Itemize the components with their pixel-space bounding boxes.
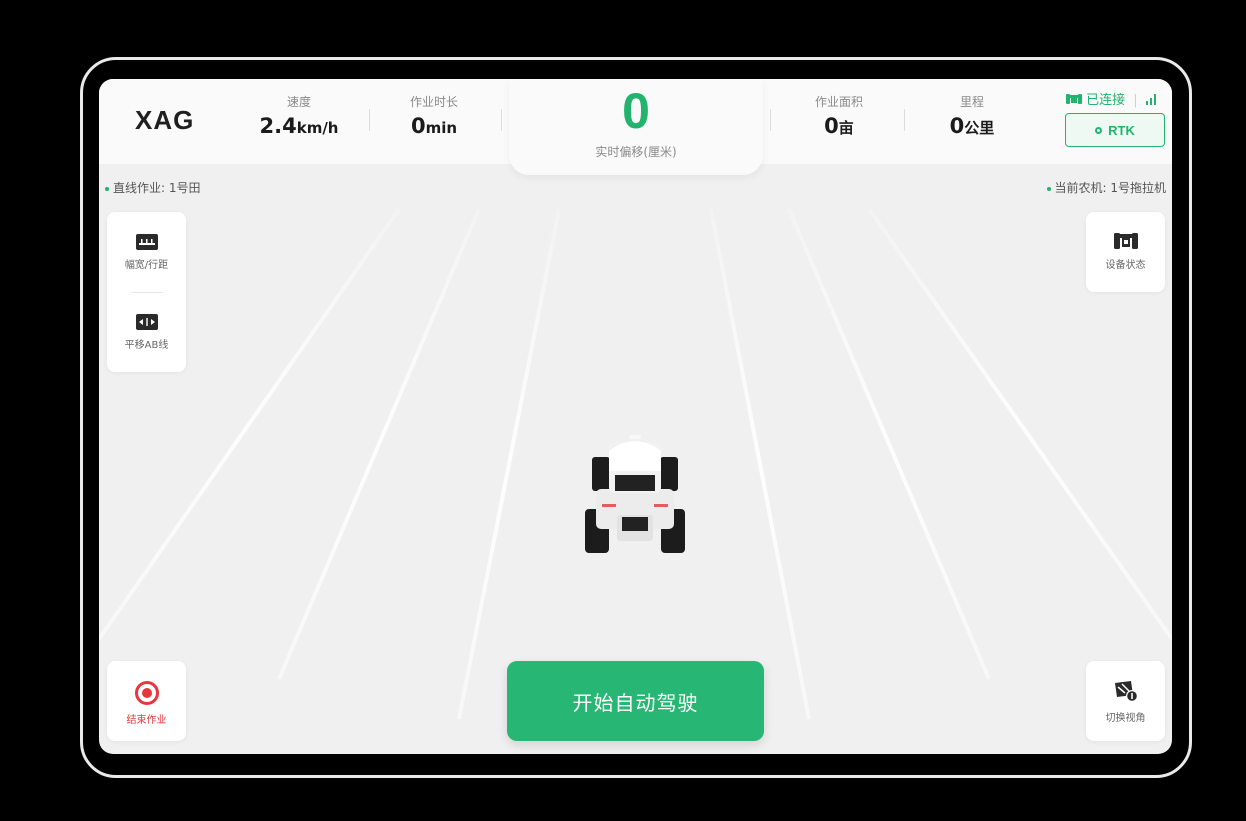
shift-arrows-icon	[135, 314, 158, 330]
divider	[770, 109, 771, 131]
end-job-label: 结束作业	[126, 715, 167, 726]
field-job-tag: 直线作业: 1号田	[105, 179, 201, 196]
device-status-button[interactable]: 设备状态	[1086, 232, 1165, 271]
device-status-panel[interactable]: 设备状态	[1086, 212, 1165, 292]
speed-value: 2.4	[259, 114, 297, 138]
switch-view-label: 切换视角	[1105, 713, 1146, 724]
machine-tag: 当前农机: 1号拖拉机	[1046, 179, 1167, 196]
offset-value: 0	[622, 83, 650, 139]
mileage-stat: 里程 0公里	[917, 93, 1027, 138]
shift-ab-button[interactable]: 平移AB线	[107, 314, 186, 351]
end-job-button[interactable]: 结束作业	[107, 681, 186, 726]
connection-label: 已连接	[1086, 93, 1126, 108]
speed-label: 速度	[286, 95, 311, 109]
duration-value: 0	[410, 114, 426, 138]
device-status-label: 设备状态	[1105, 260, 1146, 271]
shift-ab-label: 平移AB线	[124, 340, 169, 351]
view-switch-icon	[1114, 681, 1138, 702]
signal-icon	[1145, 94, 1156, 105]
switch-view-button[interactable]: 切换视角	[1086, 679, 1165, 724]
width-spacing-label: 幅宽/行距	[124, 260, 169, 271]
area-stat: 作业面积 0亩	[784, 93, 894, 138]
duration-unit: min	[425, 119, 458, 137]
start-autodrive-button[interactable]: 开始自动驾驶	[507, 661, 764, 741]
speed-unit: km/h	[296, 119, 339, 137]
end-job-panel[interactable]: 结束作业	[107, 661, 186, 741]
mileage-value: 0	[949, 114, 965, 138]
speed-stat: 速度 2.4km/h	[244, 93, 354, 138]
field-view	[99, 207, 1172, 720]
field-job-label: 直线作业: 1号田	[113, 181, 201, 195]
rtk-label: RTK	[1108, 122, 1135, 138]
mileage-unit: 公里	[964, 119, 995, 137]
divider	[131, 292, 163, 293]
connection-status[interactable]: 已连接 |	[1066, 89, 1158, 108]
area-unit: 亩	[838, 119, 854, 137]
duration-label: 作业时长	[409, 95, 458, 109]
offset-panel: 0 实时偏移(厘米)	[509, 79, 763, 175]
divider	[369, 109, 370, 131]
area-value: 0	[824, 114, 839, 138]
tractor-model	[585, 435, 685, 553]
machine-label: 当前农机: 1号拖拉机	[1054, 181, 1167, 195]
rtk-status-icon	[1095, 126, 1103, 134]
width-spacing-button[interactable]: 幅宽/行距	[107, 234, 186, 271]
offset-label: 实时偏移(厘米)	[595, 145, 677, 159]
tractor-icon	[1066, 94, 1082, 104]
area-label: 作业面积	[814, 95, 863, 109]
brand-logo: XAG	[135, 105, 195, 135]
target-icon	[134, 681, 159, 705]
divider	[501, 109, 502, 131]
switch-view-panel[interactable]: 切换视角	[1086, 661, 1165, 741]
app-screen: XAG 速度 2.4km/h 作业时长 0min 作业面积 0亩 里程 0公里	[99, 79, 1172, 754]
divider	[904, 109, 905, 131]
tractor-icon	[1113, 233, 1138, 249]
rtk-button[interactable]: RTK	[1065, 113, 1165, 147]
mileage-label: 里程	[959, 95, 984, 109]
left-tool-panel: 幅宽/行距 平移AB线	[107, 212, 186, 372]
duration-stat: 作业时长 0min	[379, 93, 489, 138]
ruler-icon	[135, 234, 158, 250]
